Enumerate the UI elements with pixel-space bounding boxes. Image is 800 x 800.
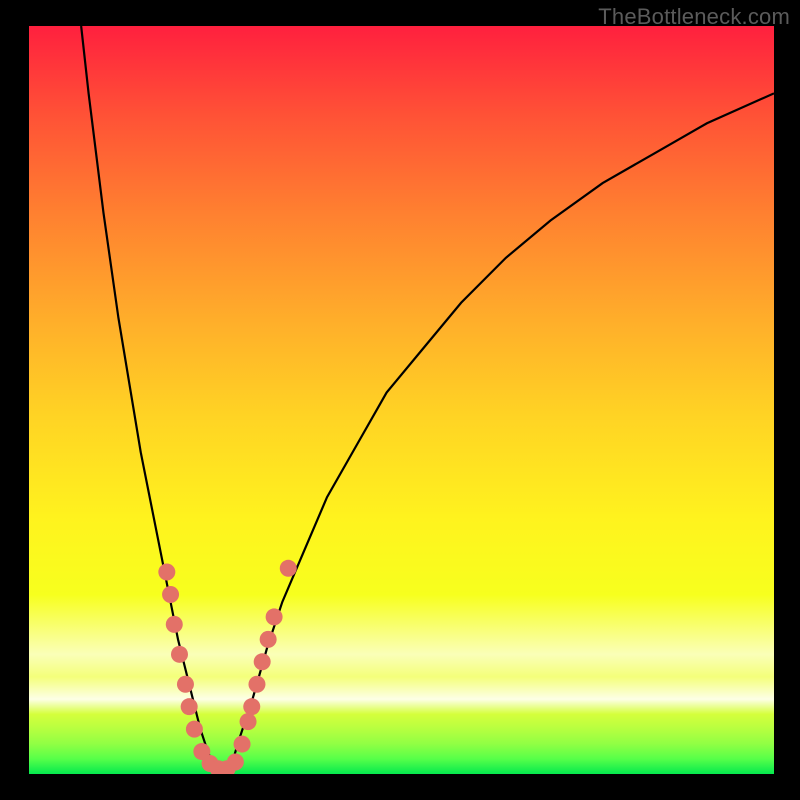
highlight-point (240, 713, 257, 730)
highlight-point (260, 631, 277, 648)
highlight-point (177, 676, 194, 693)
watermark-text: TheBottleneck.com (598, 4, 790, 30)
bottleneck-curve-right (230, 93, 774, 770)
highlight-markers (158, 560, 296, 774)
highlight-point (166, 616, 183, 633)
highlight-point (162, 586, 179, 603)
highlight-point (158, 564, 175, 581)
chart-frame: TheBottleneck.com (0, 0, 800, 800)
bottleneck-curve-left (81, 26, 215, 770)
highlight-point (186, 721, 203, 738)
highlight-point (243, 698, 260, 715)
highlight-point (248, 676, 265, 693)
highlight-point (266, 608, 283, 625)
highlight-point (234, 736, 251, 753)
highlight-point (227, 754, 244, 771)
highlight-point (280, 560, 297, 577)
chart-plot-area (29, 26, 774, 774)
highlight-point (254, 653, 271, 670)
chart-svg (29, 26, 774, 774)
highlight-point (181, 698, 198, 715)
highlight-point (171, 646, 188, 663)
